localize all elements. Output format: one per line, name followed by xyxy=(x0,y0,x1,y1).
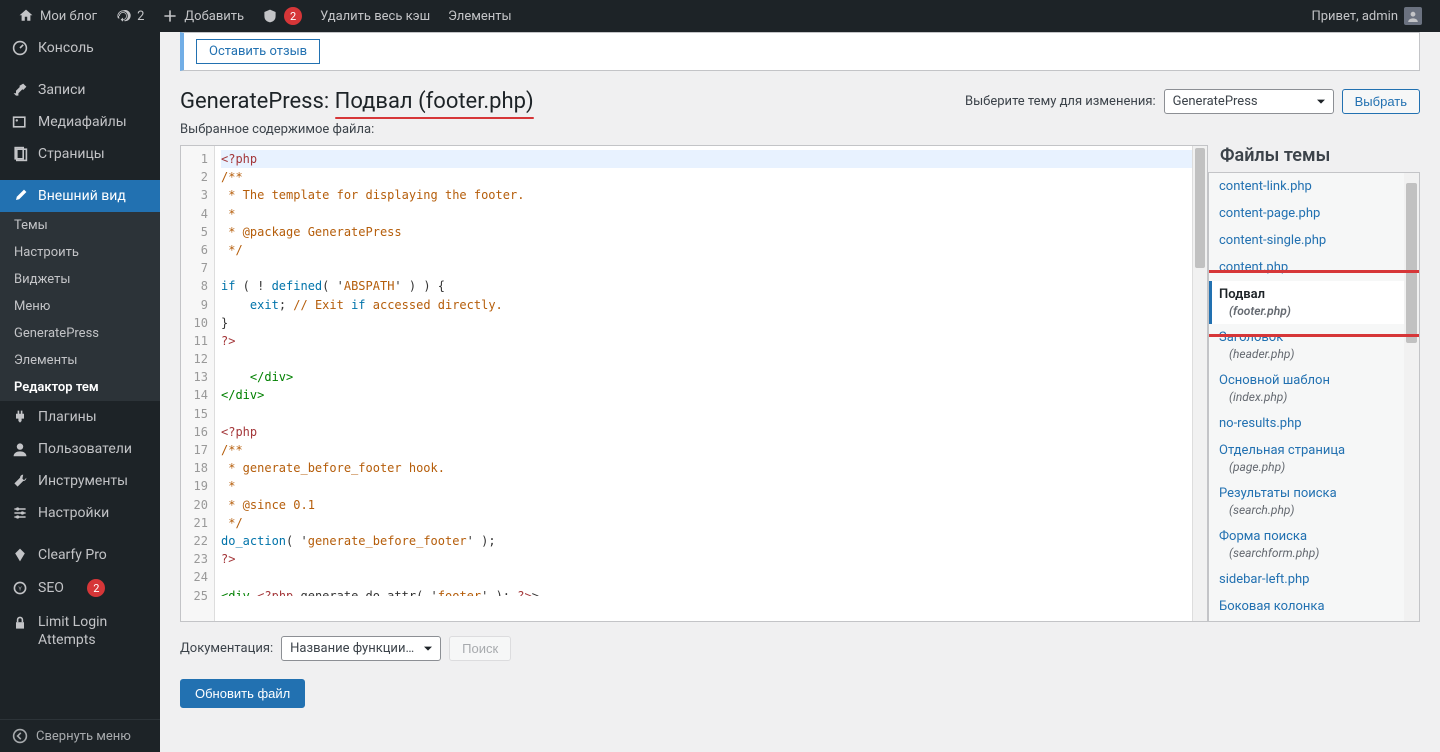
menu-seo[interactable]: YSEO 2 xyxy=(0,571,160,605)
file-item[interactable]: Боковая колонка xyxy=(1209,593,1419,620)
file-item[interactable]: Форма поиска(searchform.php) xyxy=(1209,523,1419,566)
file-item[interactable]: Подвал(footer.php) xyxy=(1208,281,1419,324)
site-link[interactable]: Мои блог xyxy=(10,0,105,32)
submenu-themes[interactable]: Темы xyxy=(0,212,160,239)
brush-icon xyxy=(12,188,28,204)
page-icon xyxy=(12,146,28,162)
submenu-menus[interactable]: Меню xyxy=(0,293,160,320)
seo-icon: Y xyxy=(12,580,28,596)
submenu-customize[interactable]: Настроить xyxy=(0,239,160,266)
editor-scrollbar[interactable] xyxy=(1192,146,1207,621)
content-subtitle: Выбранное содержимое файла: xyxy=(180,122,1420,137)
menu-limit-login[interactable]: Limit Login Attempts xyxy=(0,605,160,657)
user-icon xyxy=(12,441,28,457)
files-panel-title: Файлы темы xyxy=(1208,145,1420,172)
media-icon xyxy=(12,114,28,130)
plug-icon xyxy=(12,409,28,425)
admin-sidebar: Консоль Записи Медиафайлы Страницы Внешн… xyxy=(0,32,160,752)
shield-icon xyxy=(262,8,278,24)
submenu-elements[interactable]: Элементы xyxy=(0,347,160,374)
elements-link[interactable]: Элементы xyxy=(440,0,519,32)
file-item[interactable]: Основной шаблон(index.php) xyxy=(1209,367,1419,410)
code-content[interactable]: <?php/** * The template for displaying t… xyxy=(181,146,1207,596)
menu-appearance[interactable]: Внешний вид xyxy=(0,180,160,212)
doc-search-button[interactable]: Поиск xyxy=(449,636,511,661)
lock-icon xyxy=(12,615,28,631)
leave-review-link[interactable]: Оставить отзыв xyxy=(196,39,320,64)
file-item[interactable]: Заголовок(header.php) xyxy=(1209,324,1419,367)
code-editor[interactable]: 1234567891011121314151617181920212223242… xyxy=(180,145,1208,622)
diamond-icon xyxy=(12,547,28,563)
collapse-menu[interactable]: Свернуть меню xyxy=(0,719,160,752)
file-item[interactable]: Отдельная страница(page.php) xyxy=(1209,437,1419,480)
files-scrollbar[interactable] xyxy=(1404,173,1419,621)
theme-select[interactable]: GeneratePress xyxy=(1164,89,1334,114)
files-list: content-link.phpcontent-page.phpcontent-… xyxy=(1208,172,1420,622)
home-icon xyxy=(18,8,34,24)
dashboard-icon xyxy=(12,40,28,56)
menu-plugins[interactable]: Плагины xyxy=(0,401,160,433)
theme-picker: Выберите тему для изменения: GeneratePre… xyxy=(965,89,1420,114)
line-gutter: 1234567891011121314151617181920212223242… xyxy=(181,146,215,621)
add-new-link[interactable]: Добавить xyxy=(154,0,252,32)
submenu-gp[interactable]: GeneratePress xyxy=(0,320,160,347)
menu-tools[interactable]: Инструменты xyxy=(0,465,160,497)
menu-pages[interactable]: Страницы xyxy=(0,138,160,170)
file-item[interactable]: sidebar-left.php xyxy=(1209,566,1419,593)
menu-media[interactable]: Медиафайлы xyxy=(0,106,160,138)
file-item[interactable]: content.php xyxy=(1209,254,1419,281)
delete-cache-link[interactable]: Удалить весь кэш xyxy=(312,0,438,32)
sliders-icon xyxy=(12,505,28,521)
submenu-theme-editor[interactable]: Редактор тем xyxy=(0,374,160,401)
file-item[interactable]: no-results.php xyxy=(1209,410,1419,437)
admin-bar: Мои блог 2 Добавить 2 Удалить весь кэш Э… xyxy=(0,0,1440,32)
notice: Оставить отзыв xyxy=(180,32,1420,71)
update-file-button[interactable]: Обновить файл xyxy=(180,679,305,708)
file-item[interactable]: content-link.php xyxy=(1209,173,1419,200)
menu-clearfy[interactable]: Clearfy Pro xyxy=(0,539,160,571)
avatar-icon xyxy=(1404,7,1422,25)
wrench-icon xyxy=(12,473,28,489)
menu-posts[interactable]: Записи xyxy=(0,74,160,106)
menu-settings[interactable]: Настройки xyxy=(0,497,160,529)
file-item[interactable]: content-single.php xyxy=(1209,227,1419,254)
menu-users[interactable]: Пользователи xyxy=(0,433,160,465)
menu-console[interactable]: Консоль xyxy=(0,32,160,64)
function-select[interactable]: Название функции… xyxy=(281,636,441,661)
content-area: Оставить отзыв GeneratePress: Подвал (fo… xyxy=(160,32,1440,752)
plus-icon xyxy=(162,8,178,24)
security-badge: 2 xyxy=(284,7,302,25)
user-greeting[interactable]: Привет, admin xyxy=(1303,0,1430,32)
security-link[interactable]: 2 xyxy=(254,0,310,32)
theme-picker-label: Выберите тему для изменения: xyxy=(965,94,1156,109)
pin-icon xyxy=(12,82,28,98)
submenu-widgets[interactable]: Виджеты xyxy=(0,266,160,293)
seo-badge: 2 xyxy=(87,579,105,597)
documentation-label: Документация: xyxy=(180,641,273,656)
collapse-icon xyxy=(12,728,28,744)
updates-link[interactable]: 2 xyxy=(107,0,152,32)
refresh-icon xyxy=(115,8,131,24)
svg-text:Y: Y xyxy=(18,586,22,592)
file-item[interactable]: content-page.php xyxy=(1209,200,1419,227)
file-item[interactable]: Результаты поиска(search.php) xyxy=(1209,480,1419,523)
page-title: GeneratePress: Подвал (footer.php) xyxy=(180,89,534,114)
select-theme-button[interactable]: Выбрать xyxy=(1342,89,1420,114)
